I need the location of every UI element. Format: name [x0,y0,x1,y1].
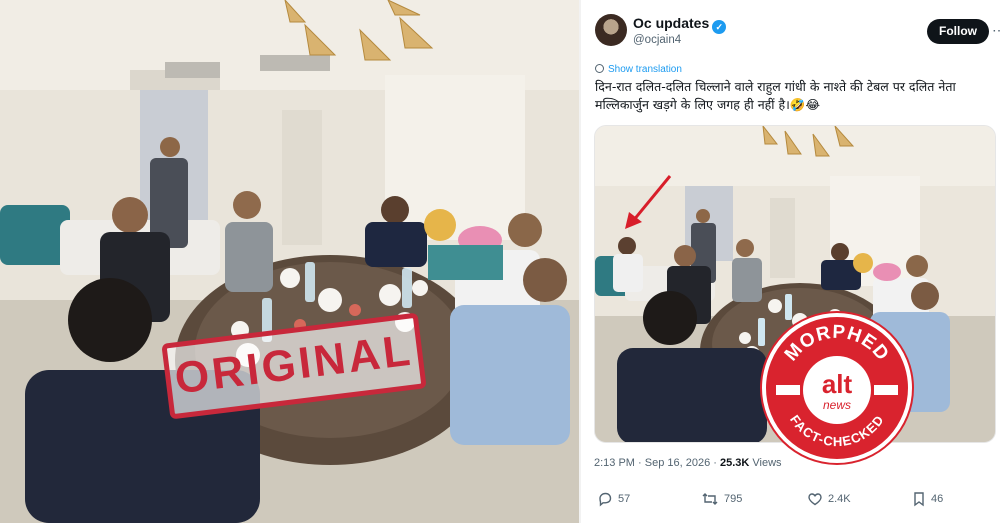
badge-logo-sub: news [823,398,851,412]
like-icon [808,493,822,506]
tweet-timestamp[interactable]: 2:13 PM · Sep 16, 2026 · 25.3K Views [594,457,782,469]
reply-button[interactable]: 57 [597,491,630,507]
badge-logo: alt [822,369,853,399]
panel-divider [581,0,589,523]
altnews-morphed-badge: MORPHED alt news FACT-CHECKED [762,313,912,463]
like-count: 2.4K [828,493,851,505]
repost-count: 795 [724,493,743,505]
avatar[interactable] [595,14,627,46]
original-photo-scene [0,0,579,523]
repost-button[interactable]: 795 [701,491,742,507]
display-name-text[interactable]: Oc updates [633,15,709,31]
user-handle[interactable]: @ocjain4 [633,34,681,46]
follow-button[interactable]: Follow [927,19,989,44]
tweet-text: दिन-रात दलित-दलित चिल्लाने वाले राहुल गा… [595,79,956,112]
like-button[interactable]: 2.4K [807,491,851,507]
bookmark-icon [914,492,924,507]
original-photo: ORIGINAL [0,0,581,523]
views-count: 25.3K [719,457,750,469]
bookmark-button[interactable]: 46 [912,491,943,507]
reply-icon [599,492,612,507]
display-name[interactable]: Oc updates ✓ [633,15,727,34]
show-translation-link[interactable]: Show translation [595,64,682,75]
bookmark-count: 46 [931,493,944,505]
altnews-badge-art: MORPHED alt news FACT-CHECKED [776,322,898,449]
tweet-actions: 57 795 2.4K 46 [594,491,994,511]
verified-badge-icon: ✓ [712,20,727,34]
globe-icon [595,64,604,73]
timestamp-text[interactable]: 2:13 PM · Sep 16, 2026 · [594,457,720,469]
reply-count: 57 [618,493,631,505]
more-icon[interactable]: ⋯ [992,22,1000,39]
repost-icon [702,493,718,505]
show-translation-text[interactable]: Show translation [608,64,682,75]
